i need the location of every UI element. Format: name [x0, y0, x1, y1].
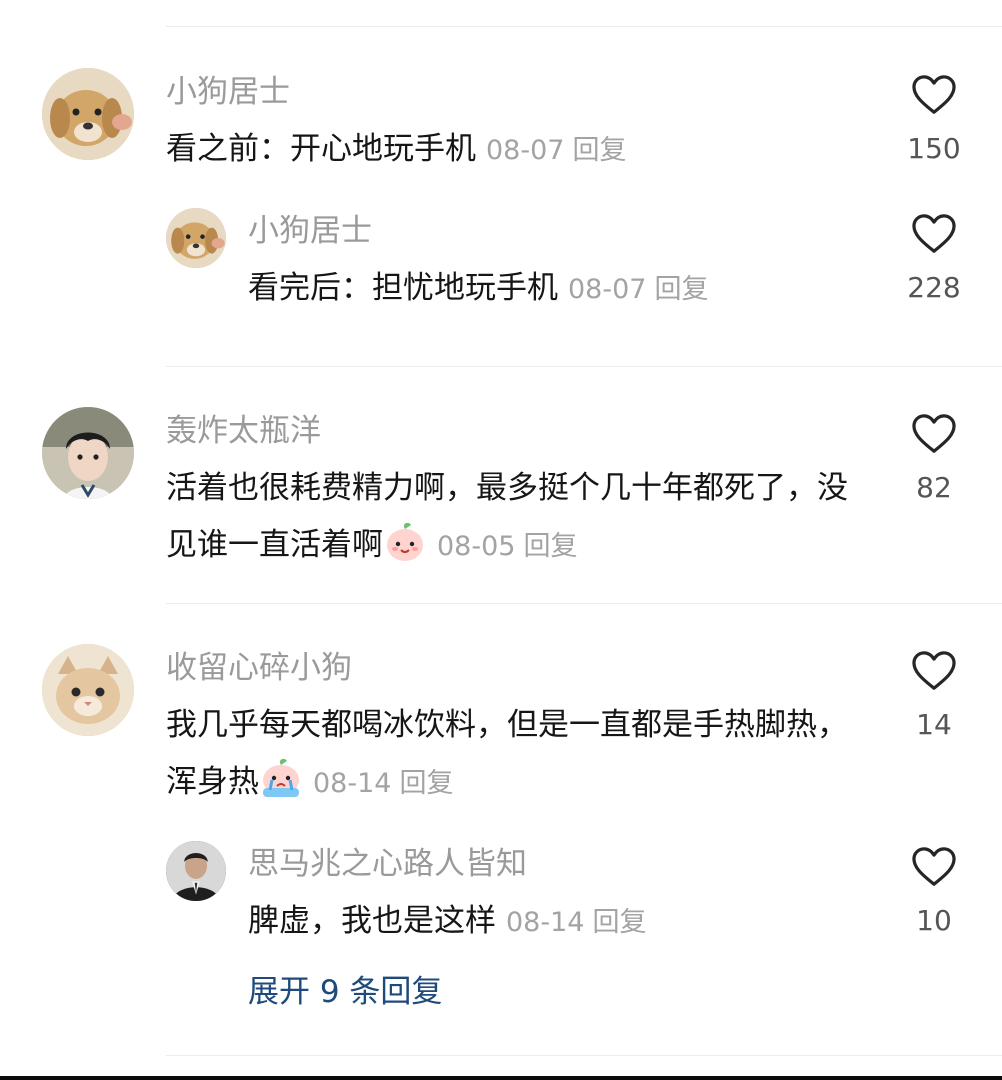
comment-username[interactable]: 轰炸太瓶洋 [166, 411, 321, 451]
cat-avatar[interactable] [42, 644, 134, 736]
reply-text: 看完后：担忧地玩手机 08-07 回复 [248, 260, 868, 318]
like-count: 82 [916, 471, 952, 504]
reply-button[interactable]: 回复 [572, 135, 626, 166]
reply-button[interactable]: 回复 [654, 274, 708, 305]
divider [166, 1055, 1002, 1056]
comment-text: 看之前：开心地玩手机 08-07 回复 [166, 121, 866, 179]
reply-date: 08-07 [568, 274, 647, 305]
reply-body: 脾虚，我也是这样 [248, 903, 496, 939]
comment-body: 看之前：开心地玩手机 [166, 131, 476, 167]
like-button[interactable]: 14 [902, 650, 966, 742]
reply-date: 08-14 [506, 907, 585, 938]
crying-peach-emoji [259, 756, 303, 800]
like-button[interactable]: 82 [902, 413, 966, 505]
heart-icon[interactable] [911, 650, 957, 692]
puppy-avatar[interactable] [42, 68, 134, 160]
heart-icon[interactable] [911, 846, 957, 888]
boy-avatar[interactable] [42, 407, 134, 499]
divider [166, 26, 1002, 27]
heart-icon[interactable] [911, 413, 957, 455]
bottom-edge-bar [0, 1076, 1002, 1080]
divider [166, 366, 1002, 367]
comment-text: 我几乎每天都喝冰饮料，但是一直都是手热脚热，浑身热 08-14 回复 [166, 697, 866, 812]
reply-button[interactable]: 回复 [523, 531, 577, 562]
heart-icon[interactable] [911, 74, 957, 116]
smiling-peach-emoji [383, 519, 427, 563]
like-count: 14 [916, 708, 952, 741]
reply-username[interactable]: 小狗居士 [248, 211, 372, 251]
heart-icon[interactable] [911, 213, 957, 255]
comment-text: 活着也很耗费精力啊，最多挺个几十年都死了，没见谁一直活着啊 08-05 回复 [166, 460, 866, 575]
like-button[interactable]: 10 [902, 846, 966, 938]
comment-date: 08-05 [437, 531, 516, 562]
reply-username[interactable]: 思马兆之心路人皆知 [248, 844, 527, 884]
like-count: 150 [907, 132, 961, 165]
puppy-avatar[interactable] [166, 208, 226, 268]
like-count: 228 [907, 271, 961, 304]
divider [166, 603, 1002, 604]
like-count: 10 [916, 904, 952, 937]
comment-date: 08-14 [313, 768, 392, 799]
comment-username[interactable]: 收留心碎小狗 [166, 648, 352, 688]
reply-button[interactable]: 回复 [592, 907, 646, 938]
man-in-suit-avatar[interactable] [166, 841, 226, 901]
expand-replies-button[interactable]: 展开 9 条回复 [248, 972, 442, 1012]
like-button[interactable]: 228 [902, 213, 966, 305]
reply-button[interactable]: 回复 [399, 768, 453, 799]
reply-text: 脾虚，我也是这样 08-14 回复 [248, 893, 868, 951]
like-button[interactable]: 150 [902, 74, 966, 166]
comment-username[interactable]: 小狗居士 [166, 72, 290, 112]
reply-body: 看完后：担忧地玩手机 [248, 270, 558, 306]
comment-date: 08-07 [486, 135, 565, 166]
